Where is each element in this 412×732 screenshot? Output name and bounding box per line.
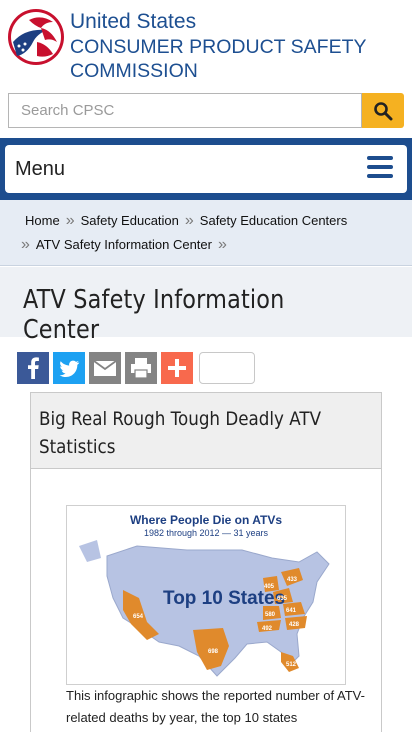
statistics-card: Big Real Rough Tough Deadly ATV Statisti… xyxy=(30,392,382,732)
addthis-plus-icon xyxy=(168,359,186,377)
addthis-share-button[interactable] xyxy=(161,352,193,384)
card-title[interactable]: Big Real Rough Tough Deadly ATV Statisti… xyxy=(39,405,356,461)
card-header: Big Real Rough Tough Deadly ATV Statisti… xyxy=(31,393,381,469)
breadcrumb: Home » Safety Education » Safety Education C… xyxy=(0,200,412,266)
state-value-label: 580 xyxy=(265,612,276,618)
state-value-label: 433 xyxy=(287,577,298,583)
breadcrumb-separator-icon: » xyxy=(21,236,30,253)
hamburger-menu-icon[interactable] xyxy=(367,156,393,180)
agency-line-2: CONSUMER PRODUCT SAFETY xyxy=(70,35,367,58)
infographic-heading: Where People Die on ATVs xyxy=(130,513,282,527)
site-header: United States CONSUMER PRODUCT SAFETY CO… xyxy=(0,0,412,90)
email-share-button[interactable] xyxy=(89,352,121,384)
twitter-icon xyxy=(59,360,80,377)
atv-deaths-infographic[interactable]: Where People Die on ATVs 1982 through 20… xyxy=(66,505,346,685)
facebook-icon xyxy=(28,357,39,379)
menu-toggle[interactable]: Menu xyxy=(5,145,407,193)
state-value-label: 512 xyxy=(286,662,297,668)
page-title: ATV Safety Information Center xyxy=(23,285,285,345)
email-icon xyxy=(93,360,117,376)
agency-name[interactable]: United States CONSUMER PRODUCT SAFETY CO… xyxy=(70,10,367,84)
breadcrumb-separator-icon: » xyxy=(217,236,227,253)
infographic-banner: Top 10 States xyxy=(163,588,285,609)
state-value-label: 641 xyxy=(286,608,297,614)
twitter-share-button[interactable] xyxy=(53,352,85,384)
agency-line-1: United States xyxy=(70,10,197,33)
infographic-image: Where People Die on ATVs 1982 through 20… xyxy=(79,513,330,677)
page-title-band: ATV Safety Information Center xyxy=(0,267,412,345)
search-bar xyxy=(8,93,404,129)
infographic-caption: This infographic shows the reported numb… xyxy=(66,688,365,725)
menu-label: Menu xyxy=(15,158,66,180)
state-value-label: 492 xyxy=(262,626,273,632)
print-share-button[interactable] xyxy=(125,352,157,384)
search-input[interactable] xyxy=(8,93,362,128)
breadcrumb-home[interactable]: Home xyxy=(25,213,60,228)
state-value-label: 635 xyxy=(277,596,288,602)
search-button[interactable] xyxy=(362,93,404,128)
breadcrumb-safety-education[interactable]: Safety Education xyxy=(81,213,179,228)
state-value-label: 654 xyxy=(133,614,144,620)
main-nav-bar: Menu xyxy=(0,138,412,200)
share-toolbar xyxy=(17,352,255,384)
facebook-share-button[interactable] xyxy=(17,352,49,384)
search-icon xyxy=(374,101,393,120)
breadcrumb-atv-center[interactable]: ATV Safety Information Center xyxy=(36,237,212,252)
print-icon xyxy=(131,358,151,379)
state-value-label: 405 xyxy=(264,584,275,590)
cpsc-logo-icon[interactable] xyxy=(7,8,65,66)
breadcrumb-separator-icon: » xyxy=(65,212,75,229)
breadcrumb-separator-icon: » xyxy=(184,212,194,229)
state-value-label: 428 xyxy=(289,622,300,628)
share-count-bubble xyxy=(199,352,255,384)
infographic-subheading: 1982 through 2012 — 31 years xyxy=(144,528,269,538)
agency-line-3: COMMISSION xyxy=(70,60,198,82)
state-value-label: 698 xyxy=(208,649,219,655)
breadcrumb-safety-education-centers[interactable]: Safety Education Centers xyxy=(200,213,347,228)
